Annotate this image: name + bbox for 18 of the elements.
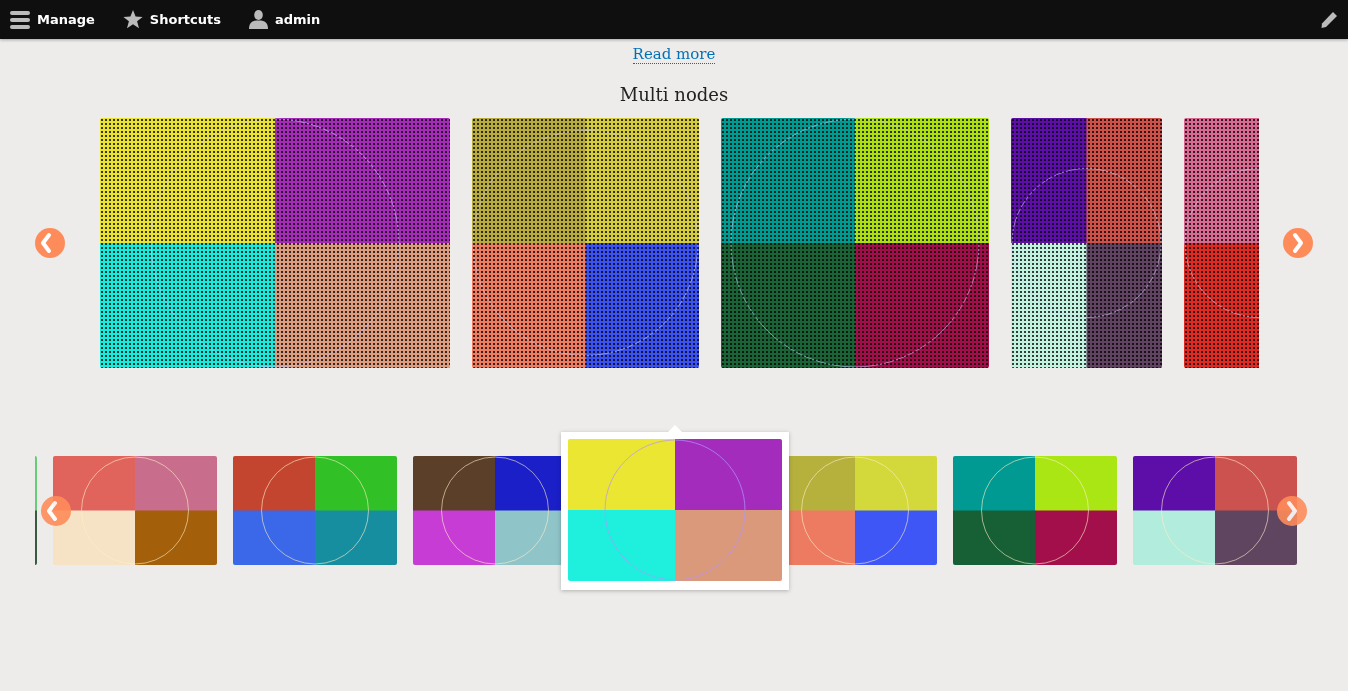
slide-image[interactable] — [721, 117, 989, 368]
slide-image[interactable] — [1011, 117, 1162, 368]
section-title: Multi nodes — [618, 84, 730, 106]
thumbnail-image[interactable] — [1133, 455, 1297, 565]
thumbnail-image[interactable] — [568, 438, 782, 581]
thumbnail-image[interactable] — [53, 455, 217, 565]
read-more-link[interactable]: Read more — [632, 45, 716, 64]
slide-image[interactable] — [100, 117, 450, 368]
toolbar-link[interactable]: Manage — [10, 9, 95, 30]
pencil-icon[interactable] — [1320, 10, 1338, 29]
user-icon — [248, 10, 268, 29]
toolbar-link[interactable]: admin — [248, 9, 321, 30]
toolbar-link[interactable]: Shortcuts — [122, 9, 221, 30]
thumbnail-image[interactable] — [233, 455, 397, 565]
thumbnail-image[interactable] — [953, 455, 1117, 565]
menu-icon — [10, 10, 30, 29]
slide-image[interactable] — [472, 117, 699, 368]
star-icon — [122, 10, 143, 29]
